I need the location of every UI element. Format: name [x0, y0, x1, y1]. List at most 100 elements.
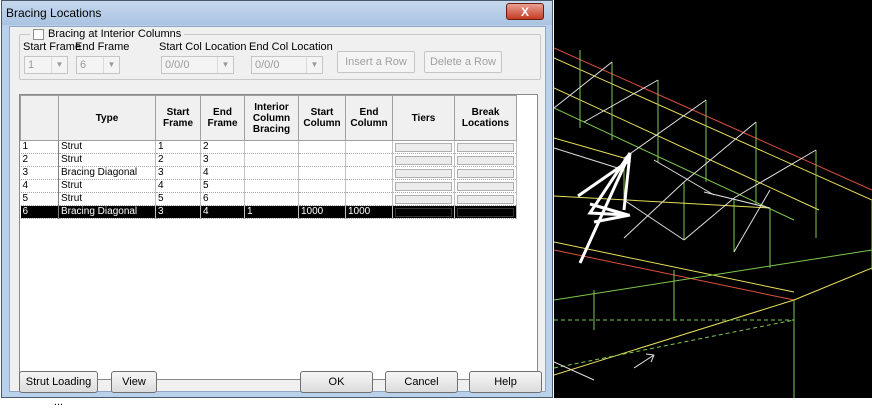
- interior-column-bracing-cell[interactable]: 1: [244, 205, 299, 219]
- column-header-start-frame[interactable]: Start Frame: [155, 95, 201, 141]
- type-cell[interactable]: Bracing Diagonal: [58, 166, 156, 180]
- start-column-cell[interactable]: [298, 153, 346, 167]
- tiers-button-cell[interactable]: [392, 140, 455, 154]
- row-number-cell[interactable]: 2: [20, 153, 59, 167]
- type-cell[interactable]: Strut: [58, 140, 156, 154]
- end-frame-cell[interactable]: 5: [200, 179, 245, 193]
- help-button[interactable]: Help: [469, 371, 542, 393]
- tiers-button-cell[interactable]: [392, 179, 455, 193]
- end-column-cell[interactable]: [345, 153, 393, 167]
- tiers-button-cell[interactable]: [392, 205, 455, 219]
- tiers-button-cell[interactable]: [392, 153, 455, 167]
- start-column-cell[interactable]: [298, 192, 346, 206]
- column-header-tiers[interactable]: Tiers: [392, 95, 455, 141]
- end-column-cell[interactable]: [345, 179, 393, 193]
- 3d-model-viewport[interactable]: [553, 0, 872, 398]
- tiers-button[interactable]: [395, 142, 452, 152]
- column-header-interior-column-bracing[interactable]: Interior Column Bracing: [244, 95, 299, 141]
- tiers-button[interactable]: [395, 155, 452, 165]
- interior-column-bracing-cell[interactable]: [244, 166, 299, 180]
- end-column-cell[interactable]: [345, 166, 393, 180]
- table-row[interactable]: 4 Strut 4 5: [20, 179, 517, 193]
- table-row[interactable]: 6 Bracing Diagonal 3 4 1 1000 1000: [20, 205, 517, 219]
- start-frame-select[interactable]: 1 ▼: [24, 56, 68, 74]
- start-frame-cell[interactable]: 4: [155, 179, 201, 193]
- start-frame-cell[interactable]: 3: [155, 166, 201, 180]
- tiers-button-cell[interactable]: [392, 166, 455, 180]
- interior-column-bracing-cell[interactable]: [244, 179, 299, 193]
- break-locations-button-cell[interactable]: [454, 205, 517, 219]
- delete-row-button[interactable]: Delete a Row: [424, 51, 502, 73]
- end-frame-cell[interactable]: 4: [200, 205, 245, 219]
- row-number-cell[interactable]: 4: [20, 179, 59, 193]
- break-locations-button[interactable]: [457, 168, 514, 178]
- end-column-cell[interactable]: [345, 192, 393, 206]
- end-col-location-value: 0/0/0: [255, 59, 280, 71]
- interior-column-bracing-cell[interactable]: [244, 153, 299, 167]
- break-locations-button-cell[interactable]: [454, 179, 517, 193]
- insert-row-button[interactable]: Insert a Row: [337, 51, 415, 73]
- view-button[interactable]: View: [111, 371, 157, 393]
- break-locations-button-cell[interactable]: [454, 192, 517, 206]
- tiers-button[interactable]: [395, 181, 452, 191]
- end-column-cell[interactable]: 1000: [345, 205, 393, 219]
- chevron-down-icon: ▼: [51, 57, 67, 73]
- table-row[interactable]: 2 Strut 2 3: [20, 153, 517, 167]
- interior-column-bracing-cell[interactable]: [244, 140, 299, 154]
- start-column-cell[interactable]: [298, 166, 346, 180]
- type-cell[interactable]: Strut: [58, 192, 156, 206]
- break-locations-button-cell[interactable]: [454, 140, 517, 154]
- start-frame-cell[interactable]: 3: [155, 205, 201, 219]
- start-column-cell[interactable]: 1000: [298, 205, 346, 219]
- break-locations-button[interactable]: [457, 194, 514, 204]
- dialog-titlebar[interactable]: Bracing Locations X: [2, 1, 552, 25]
- type-cell[interactable]: Bracing Diagonal: [58, 205, 156, 219]
- table-row[interactable]: 5 Strut 5 6: [20, 192, 517, 206]
- start-frame-cell[interactable]: 5: [155, 192, 201, 206]
- end-frame-cell[interactable]: 2: [200, 140, 245, 154]
- cancel-button[interactable]: Cancel: [385, 371, 458, 393]
- break-locations-button-cell[interactable]: [454, 153, 517, 167]
- tiers-button-cell[interactable]: [392, 192, 455, 206]
- end-col-location-select[interactable]: 0/0/0 ▼: [251, 56, 323, 74]
- strut-loading-button[interactable]: Strut Loading ...: [19, 371, 98, 408]
- interior-columns-checkbox[interactable]: [33, 28, 44, 40]
- type-cell[interactable]: Strut: [58, 153, 156, 167]
- start-frame-cell[interactable]: 2: [155, 153, 201, 167]
- start-column-cell[interactable]: [298, 179, 346, 193]
- column-header-end-frame[interactable]: End Frame: [200, 95, 245, 141]
- ok-button[interactable]: OK: [300, 371, 373, 393]
- end-frame-select[interactable]: 6 ▼: [76, 56, 120, 74]
- row-number-cell[interactable]: 5: [20, 192, 59, 206]
- break-locations-button-cell[interactable]: [454, 166, 517, 180]
- tiers-button[interactable]: [395, 207, 452, 217]
- close-button[interactable]: X: [506, 3, 544, 20]
- table-row[interactable]: 1 Strut 1 2: [20, 140, 517, 154]
- column-header-break-locations[interactable]: Break Locations: [454, 95, 517, 141]
- break-locations-button[interactable]: [457, 142, 514, 152]
- tiers-button[interactable]: [395, 168, 452, 178]
- start-frame-label: Start Frame: [23, 41, 82, 53]
- table-row[interactable]: 3 Bracing Diagonal 3 4: [20, 166, 517, 180]
- interior-column-bracing-cell[interactable]: [244, 192, 299, 206]
- start-frame-cell[interactable]: 1: [155, 140, 201, 154]
- end-frame-cell[interactable]: 3: [200, 153, 245, 167]
- row-number-cell[interactable]: 3: [20, 166, 59, 180]
- column-header-start-column[interactable]: Start Column: [298, 95, 346, 141]
- start-column-cell[interactable]: [298, 140, 346, 154]
- highlighted-bracing-diagonal: [577, 152, 632, 264]
- tiers-button[interactable]: [395, 194, 452, 204]
- end-frame-cell[interactable]: 4: [200, 166, 245, 180]
- break-locations-button[interactable]: [457, 155, 514, 165]
- type-cell[interactable]: Strut: [58, 179, 156, 193]
- start-col-location-select[interactable]: 0/0/0 ▼: [161, 56, 234, 74]
- row-number-cell[interactable]: 6: [20, 205, 59, 219]
- column-header-end-column[interactable]: End Column: [345, 95, 393, 141]
- end-column-cell[interactable]: [345, 140, 393, 154]
- break-locations-button[interactable]: [457, 181, 514, 191]
- column-header-type[interactable]: Type: [58, 95, 156, 141]
- row-number-cell[interactable]: 1: [20, 140, 59, 154]
- end-frame-cell[interactable]: 6: [200, 192, 245, 206]
- groupbox-legend: Bracing at Interior Columns: [30, 28, 185, 40]
- break-locations-button[interactable]: [457, 207, 514, 217]
